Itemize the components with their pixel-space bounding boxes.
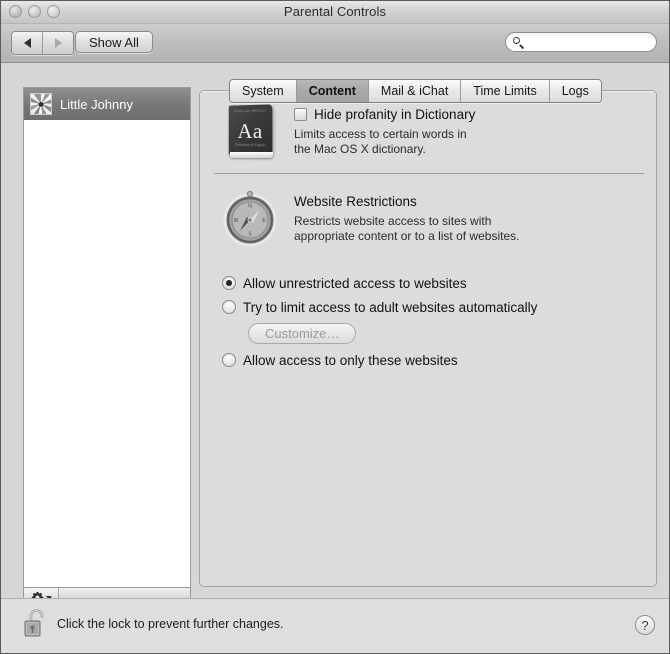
dictionary-book-icon: American Webster Aa Dictionary of Englis… bbox=[222, 103, 278, 161]
website-restrictions-description-line2: appropriate content or to a list of webs… bbox=[294, 229, 520, 243]
avatar bbox=[30, 93, 52, 115]
radio-button-icon[interactable] bbox=[222, 300, 236, 314]
radio-allow-only-these-label: Allow access to only these websites bbox=[243, 352, 458, 368]
arrow-left-icon bbox=[23, 38, 31, 48]
tab-time-limits[interactable]: Time Limits bbox=[460, 80, 549, 102]
svg-text:N: N bbox=[248, 204, 252, 210]
user-name: Little Johnny bbox=[60, 96, 133, 112]
radio-button-icon[interactable] bbox=[222, 276, 236, 290]
hide-profanity-label: Hide profanity in Dictionary bbox=[314, 107, 476, 122]
dictionary-description-line2: the Mac OS X dictionary. bbox=[294, 142, 426, 156]
list-item[interactable]: Little Johnny bbox=[24, 88, 190, 120]
book-top-text: American Webster bbox=[234, 108, 267, 114]
hide-profanity-checkbox-row[interactable]: Hide profanity in Dictionary bbox=[294, 107, 475, 122]
user-list[interactable]: Little Johnny bbox=[23, 87, 191, 587]
show-all-button[interactable]: Show All bbox=[75, 31, 153, 53]
safari-compass-icon: N S E W bbox=[222, 189, 278, 247]
window-footer: Click the lock to prevent further change… bbox=[1, 598, 669, 653]
unlocked-padlock-icon[interactable] bbox=[23, 607, 49, 641]
window-titlebar: Parental Controls bbox=[1, 1, 669, 24]
radio-allow-unrestricted[interactable]: Allow unrestricted access to websites bbox=[222, 271, 642, 295]
parental-controls-window: Parental Controls Show All Little Johnny bbox=[0, 0, 670, 654]
arrow-right-icon bbox=[54, 38, 62, 48]
tab-mail-ichat[interactable]: Mail & iChat bbox=[367, 80, 461, 102]
dictionary-description: Limits access to certain words in the Ma… bbox=[294, 127, 475, 157]
tab-logs[interactable]: Logs bbox=[548, 80, 601, 102]
radio-allow-unrestricted-label: Allow unrestricted access to websites bbox=[243, 275, 467, 291]
radio-limit-adult-sites[interactable]: Try to limit access to adult websites au… bbox=[222, 295, 642, 319]
customize-button[interactable]: Customize… bbox=[248, 323, 357, 344]
section-divider bbox=[214, 173, 644, 174]
book-aa-text: Aa bbox=[237, 118, 263, 144]
tab-system[interactable]: System bbox=[230, 80, 296, 102]
hide-profanity-checkbox[interactable] bbox=[294, 108, 307, 121]
dictionary-description-line1: Limits access to certain words in bbox=[294, 127, 467, 141]
website-restrictions-title: Website Restrictions bbox=[294, 194, 417, 209]
search-field[interactable] bbox=[505, 32, 657, 52]
svg-text:W: W bbox=[234, 218, 239, 224]
tab-bar: System Content Mail & iChat Time Limits … bbox=[229, 79, 602, 103]
window-body: Little Johnny System Content Mail & iCha… bbox=[1, 63, 669, 608]
book-bottom-text: Dictionary of English bbox=[234, 142, 266, 148]
tab-content[interactable]: Content bbox=[295, 80, 368, 102]
navigation-buttons bbox=[11, 31, 74, 55]
dictionary-section: American Webster Aa Dictionary of Englis… bbox=[222, 103, 636, 161]
radio-button-icon[interactable] bbox=[222, 353, 236, 367]
radio-allow-only-these[interactable]: Allow access to only these websites bbox=[222, 348, 642, 372]
website-access-radio-group: Allow unrestricted access to websites Tr… bbox=[222, 271, 642, 372]
website-restrictions-description-line1: Restricts website access to sites with bbox=[294, 214, 492, 228]
help-button[interactable]: ? bbox=[635, 615, 655, 635]
website-restrictions-section: N S E W Website Restrictions Restricts w… bbox=[222, 189, 636, 247]
back-button[interactable] bbox=[12, 32, 42, 54]
website-restrictions-description: Restricts website access to sites with a… bbox=[294, 214, 519, 244]
window-title: Parental Controls bbox=[283, 4, 387, 19]
search-input[interactable] bbox=[528, 34, 652, 50]
content-tab-panel: American Webster Aa Dictionary of Englis… bbox=[199, 90, 657, 587]
search-icon bbox=[513, 36, 524, 49]
forward-button[interactable] bbox=[42, 32, 73, 54]
toolbar: Show All bbox=[1, 24, 669, 63]
radio-limit-adult-sites-label: Try to limit access to adult websites au… bbox=[243, 299, 538, 315]
lock-status-text: Click the lock to prevent further change… bbox=[57, 617, 284, 631]
